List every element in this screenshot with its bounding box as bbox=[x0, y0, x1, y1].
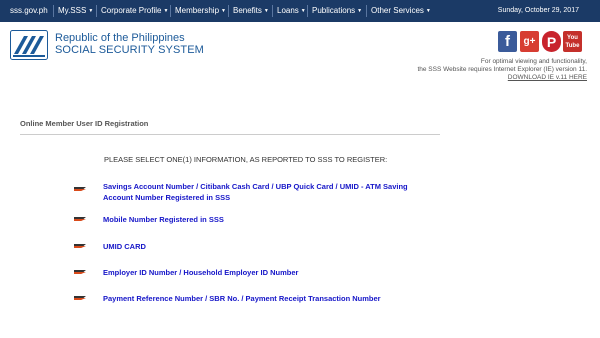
nav-divider bbox=[366, 5, 367, 17]
nav-item-benefits[interactable]: Benefits ▼ bbox=[233, 0, 269, 22]
nav-divider bbox=[272, 5, 273, 17]
bullet-icon bbox=[74, 296, 86, 300]
divider bbox=[20, 134, 440, 135]
nav-item-label: My.SSS bbox=[58, 6, 87, 15]
nav-item-home[interactable]: sss.gov.ph bbox=[10, 0, 48, 22]
nav-divider bbox=[307, 5, 308, 17]
nav-item-mysss[interactable]: My.SSS ▼ bbox=[58, 0, 93, 22]
option-label[interactable]: Employer ID Number / Household Employer … bbox=[103, 267, 433, 278]
nav-item-label: Corporate Profile bbox=[101, 6, 162, 15]
option-label[interactable]: Payment Reference Number / SBR No. / Pay… bbox=[103, 293, 433, 304]
googleplus-glyph: g+ bbox=[523, 36, 536, 47]
nav-item-label: sss.gov.ph bbox=[10, 6, 48, 15]
facebook-glyph: f bbox=[505, 33, 510, 50]
bullet-icon bbox=[74, 187, 86, 191]
option-label[interactable]: Savings Account Number / Citibank Cash C… bbox=[103, 181, 433, 203]
chevron-down-icon: ▼ bbox=[221, 8, 226, 14]
googleplus-icon[interactable]: g+ bbox=[520, 31, 539, 52]
top-nav: sss.gov.ph My.SSS ▼ Corporate Profile ▼ Me… bbox=[0, 0, 600, 22]
sss-logo[interactable] bbox=[10, 30, 48, 60]
bullet-icon bbox=[74, 217, 86, 221]
nav-divider bbox=[96, 5, 97, 17]
nav-divider bbox=[53, 5, 54, 17]
chevron-down-icon: ▼ bbox=[357, 8, 363, 14]
nav-item-membership[interactable]: Membership ▼ bbox=[175, 0, 226, 22]
nav-item-other-services[interactable]: Other Services ▼ bbox=[371, 0, 431, 22]
nav-divider bbox=[170, 5, 171, 17]
nav-item-label: Benefits bbox=[233, 6, 262, 15]
pinterest-glyph: P bbox=[546, 34, 557, 50]
chevron-down-icon: ▼ bbox=[88, 8, 94, 14]
pinterest-icon[interactable]: P bbox=[542, 31, 561, 52]
nav-item-label: Other Services bbox=[371, 6, 424, 15]
nav-item-label: Membership bbox=[175, 6, 220, 15]
org-name-line1: Republic of the Philippines bbox=[55, 32, 185, 44]
nav-item-loans[interactable]: Loans ▼ bbox=[277, 0, 306, 22]
download-ie-link[interactable]: DOWNLOAD IE v.11 HERE bbox=[508, 74, 587, 81]
youtube-glyph-top: You bbox=[567, 35, 578, 41]
chevron-down-icon: ▼ bbox=[163, 8, 169, 14]
nav-item-label: Publications bbox=[312, 6, 356, 15]
chevron-down-icon: ▼ bbox=[425, 8, 431, 14]
ie-notice-line1: For optimal viewing and functionality, bbox=[480, 58, 587, 65]
youtube-icon[interactable]: You Tube bbox=[563, 31, 582, 52]
chevron-down-icon: ▼ bbox=[263, 8, 269, 14]
ie-notice: For optimal viewing and functionality, t… bbox=[327, 58, 587, 82]
bullet-icon bbox=[74, 270, 86, 274]
nav-item-publications[interactable]: Publications ▼ bbox=[312, 0, 362, 22]
chevron-down-icon: ▼ bbox=[300, 8, 306, 14]
option-label[interactable]: UMID CARD bbox=[103, 241, 433, 252]
youtube-glyph-bottom: Tube bbox=[565, 43, 580, 49]
page-title: Online Member User ID Registration bbox=[20, 119, 149, 128]
nav-divider bbox=[228, 5, 229, 17]
bullet-icon bbox=[74, 244, 86, 248]
nav-item-label: Loans bbox=[277, 6, 299, 15]
current-date: Sunday, October 29, 2017 bbox=[497, 7, 579, 14]
option-label[interactable]: Mobile Number Registered in SSS bbox=[103, 214, 433, 225]
instruction-text: PLEASE SELECT ONE(1) INFORMATION, AS REP… bbox=[104, 155, 388, 164]
org-name-line2: SOCIAL SECURITY SYSTEM bbox=[55, 44, 204, 56]
facebook-icon[interactable]: f bbox=[498, 31, 517, 52]
ie-notice-line2: the SSS Website requires Internet Explor… bbox=[417, 66, 587, 73]
nav-item-corporate-profile[interactable]: Corporate Profile ▼ bbox=[101, 0, 168, 22]
